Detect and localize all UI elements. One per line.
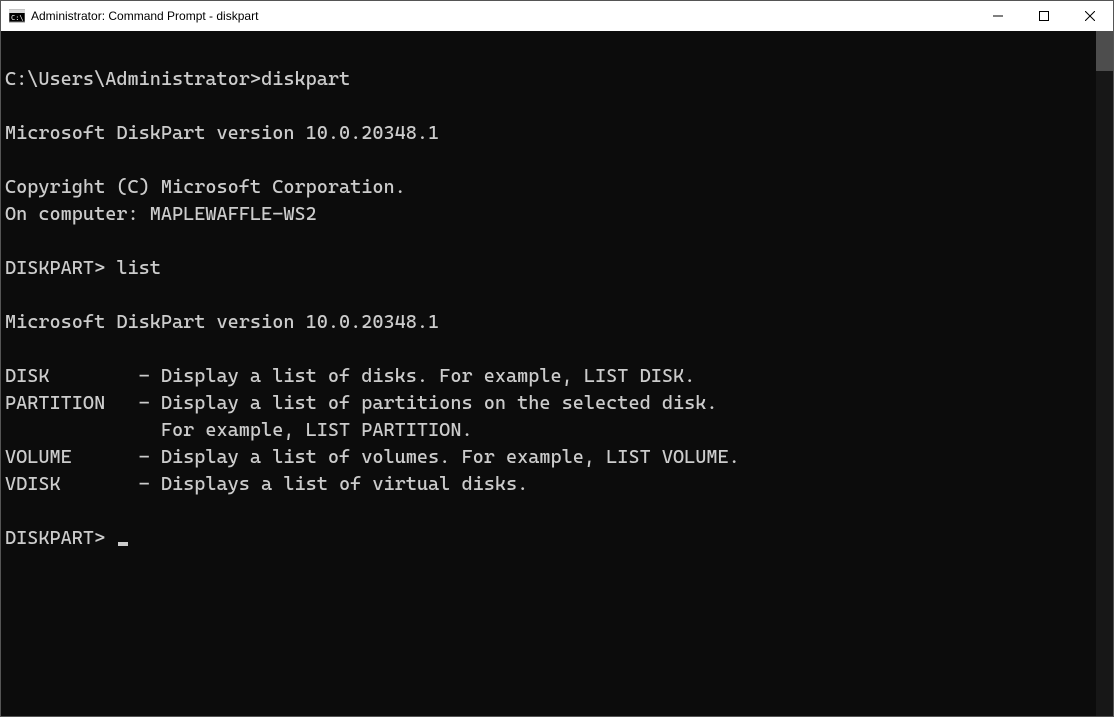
line-help-partition2: For example, LIST PARTITION. [5, 419, 473, 441]
close-button[interactable] [1067, 1, 1113, 31]
line-computer: On computer: MAPLEWAFFLE-WS2 [5, 203, 317, 225]
line-dp-prompt-2: DISKPART> [5, 527, 116, 549]
window-title: Administrator: Command Prompt - diskpart [31, 9, 975, 23]
console-area-wrap: C:\Users\Administrator>diskpart Microsof… [1, 31, 1113, 716]
cmd-icon: C:\ [9, 8, 25, 24]
scrollbar-thumb[interactable] [1096, 31, 1113, 71]
line-dp-cmd-1: list [116, 257, 161, 279]
console-area[interactable]: C:\Users\Administrator>diskpart Microsof… [1, 31, 1096, 716]
vertical-scrollbar[interactable] [1096, 31, 1113, 716]
line-help-partition: PARTITION - Display a list of partitions… [5, 392, 718, 414]
line-prompt-path: C:\Users\Administrator> [5, 68, 261, 90]
line-help-volume: VOLUME - Display a list of volumes. For … [5, 446, 740, 468]
line-dp-prompt-1: DISKPART> [5, 257, 116, 279]
line-help-vdisk: VDISK - Displays a list of virtual disks… [5, 473, 528, 495]
line-copyright: Copyright (C) Microsoft Corporation. [5, 176, 406, 198]
line-version-2: Microsoft DiskPart version 10.0.20348.1 [5, 311, 439, 333]
maximize-button[interactable] [1021, 1, 1067, 31]
line-blank-0 [5, 41, 16, 63]
command-prompt-window: C:\ Administrator: Command Prompt - disk… [0, 0, 1114, 717]
cursor-icon [118, 542, 128, 546]
line-version-1: Microsoft DiskPart version 10.0.20348.1 [5, 122, 439, 144]
line-prompt-cmd: diskpart [261, 68, 350, 90]
svg-text:C:\: C:\ [11, 14, 24, 22]
titlebar[interactable]: C:\ Administrator: Command Prompt - disk… [1, 1, 1113, 31]
minimize-button[interactable] [975, 1, 1021, 31]
line-help-disk: DISK - Display a list of disks. For exam… [5, 365, 695, 387]
window-controls [975, 1, 1113, 31]
